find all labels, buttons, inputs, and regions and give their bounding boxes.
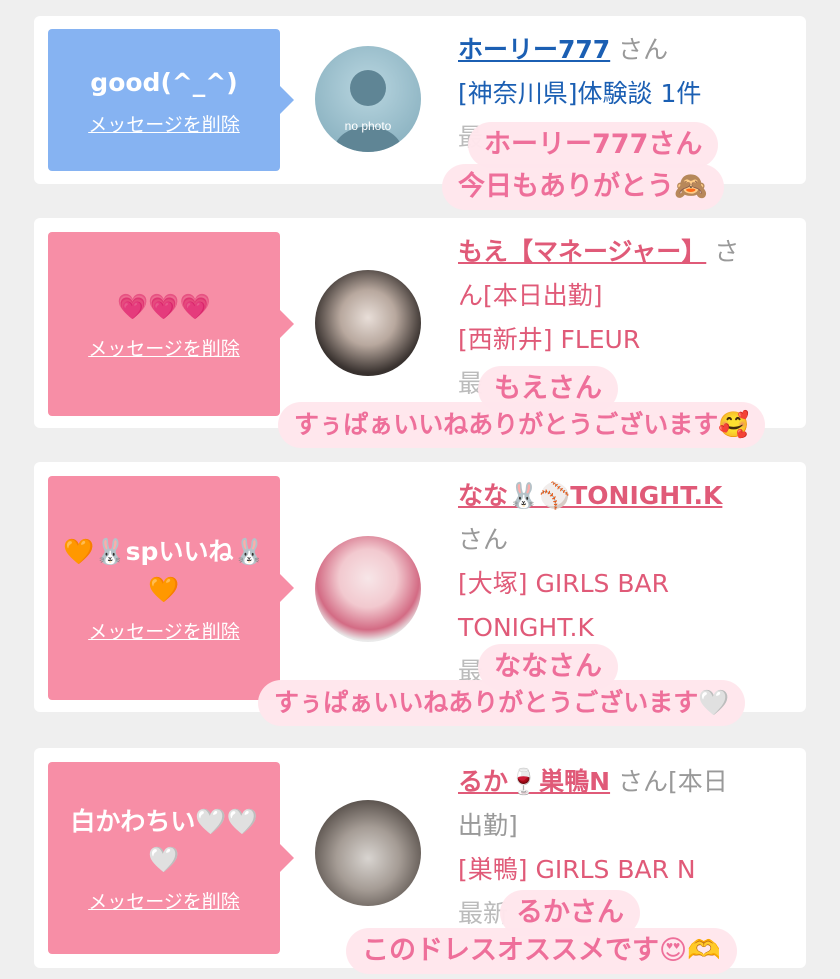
message-bubble: 💗💗💗 メッセージを削除 (48, 232, 294, 416)
message-text: 🧡🐰spいいね🐰🧡 (63, 536, 265, 604)
toast-message: すぅぱぁいいねありがとうございます🤍 (258, 680, 746, 726)
message-bubble: 🧡🐰spいいね🐰🧡 メッセージを削除 (48, 476, 294, 700)
user-name-link[interactable]: ホーリー777 (458, 35, 610, 64)
honorific: さん (618, 35, 669, 64)
avatar[interactable] (315, 800, 421, 906)
avatar[interactable] (315, 536, 421, 642)
honorific: さん (458, 525, 509, 554)
message-text: 💗💗💗 (117, 291, 211, 321)
delete-message-link[interactable]: メッセージを削除 (88, 617, 240, 644)
message-card: 🧡🐰spいいね🐰🧡 メッセージを削除 なな🐰⚾TONIGHT.K さん [大塚]… (34, 462, 806, 712)
message-text: 白かわちい🤍🤍🤍 (70, 806, 258, 874)
toast-message: すぅぱぁいいねありがとうございます🥰 (278, 402, 766, 448)
delete-message-link[interactable]: メッセージを削除 (88, 110, 240, 137)
user-name-link[interactable]: なな🐰⚾TONIGHT.K (458, 481, 722, 510)
toast-message: 今日もありがとう🙈 (442, 164, 724, 210)
shop-name: [西新井] FLEUR (458, 325, 641, 354)
toast-name: ホーリー777さん (468, 122, 719, 168)
message-bubble: good(^_^) メッセージを削除 (48, 29, 294, 171)
message-text: good(^_^) (90, 67, 238, 97)
user-name-link[interactable]: もえ【マネージャー】 (458, 237, 706, 266)
user-detail: [大塚] GIRLS BAR (458, 569, 669, 598)
no-photo-label: no photo (345, 119, 392, 133)
toast-message: このドレスオススメです😍🫶 (346, 928, 737, 974)
no-photo-icon: no photo (333, 70, 403, 152)
shop-name: [巣鴨] GIRLS BAR N (458, 855, 696, 884)
message-card: 💗💗💗 メッセージを削除 もえ【マネージャー】 さ ん[本日出勤] [西新井] … (34, 218, 806, 428)
avatar[interactable]: no photo (315, 46, 421, 152)
user-detail: [神奈川県]体験談 1件 (458, 79, 702, 108)
delete-message-link[interactable]: メッセージを削除 (88, 887, 240, 914)
delete-message-link[interactable]: メッセージを削除 (88, 334, 240, 361)
user-detail: ん[本日出勤] (458, 281, 603, 310)
user-detail: 出勤] (458, 811, 518, 840)
honorific: さ (714, 237, 740, 266)
user-name-link[interactable]: るか🍷巣鴨N (458, 767, 610, 796)
avatar[interactable] (315, 270, 421, 376)
message-bubble: 白かわちい🤍🤍🤍 メッセージを削除 (48, 762, 294, 954)
honorific: さん[本日 (618, 767, 728, 796)
